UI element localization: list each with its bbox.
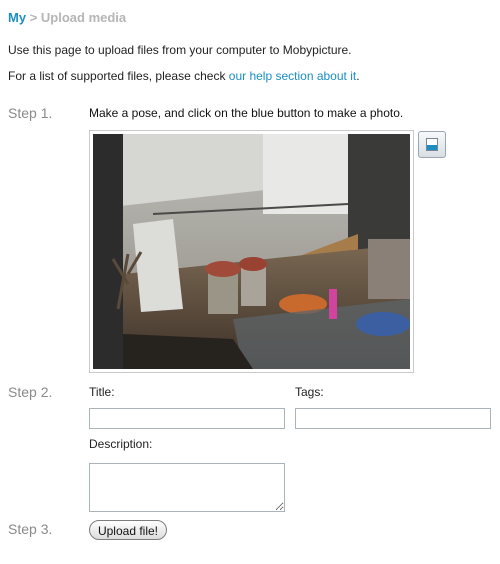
step-3-label: Step 3. [8,521,53,537]
breadcrumb-root-link[interactable]: My [8,10,26,25]
camera-capture-icon [426,138,438,151]
webcam-image [93,134,410,369]
tags-label: Tags: [295,385,324,399]
step-1-instruction: Make a pose, and click on the blue butto… [89,106,404,120]
step-2-label: Step 2. [8,384,53,400]
breadcrumb-separator: > [29,10,38,25]
take-photo-button[interactable] [418,131,446,158]
intro-text: Use this page to upload files from your … [8,43,352,57]
description-textarea[interactable] [89,463,285,512]
step-1-label: Step 1. [8,105,53,121]
help-section-link[interactable]: our help section about it [229,69,356,83]
webcam-preview [89,130,414,373]
description-label: Description: [89,437,153,451]
breadcrumb: My > Upload media [8,10,126,25]
title-input[interactable] [89,408,285,429]
upload-file-button[interactable]: Upload file! [89,520,167,540]
help-text: For a list of supported files, please ch… [8,69,360,83]
page-title: Upload media [40,10,127,25]
help-text-suffix: . [356,69,360,83]
title-label: Title: [89,385,115,399]
tags-input[interactable] [295,408,491,429]
help-text-prefix: For a list of supported files, please ch… [8,69,229,83]
